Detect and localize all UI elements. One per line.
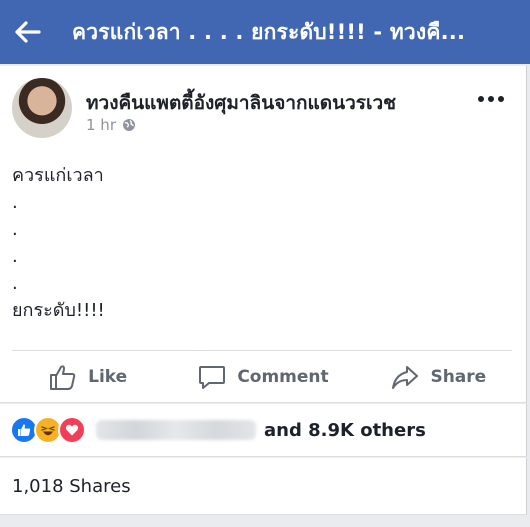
reaction-icons[interactable] xyxy=(10,416,86,444)
page-title: ควรแก่เวลา . . . . ยกระดับ!!!! - ทวงคื..… xyxy=(72,19,466,44)
comment-button[interactable]: Comment xyxy=(175,362,350,392)
love-reaction-icon xyxy=(58,416,86,444)
share-label: Share xyxy=(430,367,487,387)
globe-icon xyxy=(123,119,135,131)
comment-icon xyxy=(199,366,226,389)
share-icon xyxy=(392,366,419,389)
arrow-left-icon xyxy=(15,21,41,43)
post-time[interactable]: 1 hr xyxy=(86,116,116,134)
share-button[interactable]: Share xyxy=(351,362,526,392)
shares-summary: 1,018 Shares xyxy=(0,458,527,515)
thumbs-up-icon xyxy=(50,365,76,390)
dot-icon xyxy=(498,96,504,102)
reaction-others-count[interactable]: and 8.9K others xyxy=(264,420,426,441)
post-text: ควรแก่เวลา . . . . ยกระดับ!!!! xyxy=(12,165,105,321)
dot-icon xyxy=(488,96,494,102)
more-options-button[interactable] xyxy=(478,96,504,102)
divider xyxy=(12,350,512,351)
post-author[interactable]: ทวงคืนแพตตี้อังศุมาลินจากแดนวรเวช xyxy=(86,88,396,118)
post-card: ทวงคืนแพตตี้อังศุมาลินจากแดนวรเวช 1 hr ค… xyxy=(0,66,527,403)
avatar[interactable] xyxy=(12,78,72,138)
blurred-name xyxy=(96,420,256,440)
dot-icon xyxy=(478,96,484,102)
like-button[interactable]: Like xyxy=(0,362,175,392)
reactions-summary: and 8.9K others xyxy=(0,404,527,457)
post-meta: 1 hr xyxy=(86,116,136,134)
back-button[interactable] xyxy=(0,0,56,64)
top-bar: ควรแก่เวลา . . . . ยกระดับ!!!! - ทวงคื..… xyxy=(0,0,530,64)
shares-count[interactable]: 1,018 Shares xyxy=(12,476,131,497)
post-actions: Like Comment Share xyxy=(0,354,526,400)
comment-label: Comment xyxy=(237,367,329,387)
like-label: Like xyxy=(88,367,128,387)
